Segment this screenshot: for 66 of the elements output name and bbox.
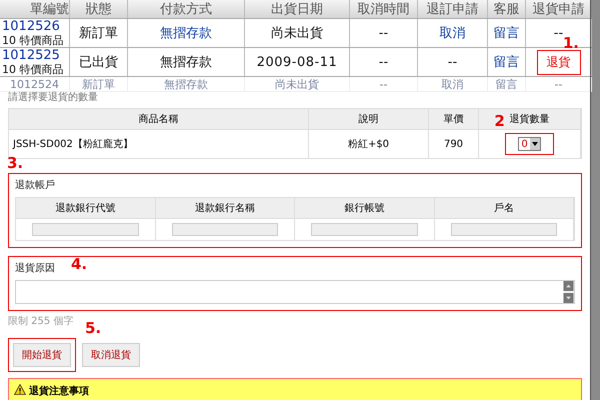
return-button[interactable]: 退貨 (536, 50, 580, 74)
faded-table-cell: 取消 (442, 77, 464, 92)
section-title: 退款帳戶 (15, 178, 55, 192)
order-note: 10 特價商品 (2, 34, 64, 47)
table-cell: -- (378, 54, 388, 70)
table-cell-text: 尚未出貨 (271, 25, 323, 42)
column-header: 付款方式 (160, 1, 212, 18)
input-field[interactable] (172, 223, 278, 236)
callout-number: 4. (71, 255, 88, 273)
warning-icon (14, 384, 26, 395)
scroll-arrows-icon (563, 281, 574, 303)
column-header: 狀態 (86, 1, 112, 18)
column-header: 出貨日期 (271, 1, 323, 18)
faded-table-cell: 尚未出貨 (275, 77, 319, 92)
column-header: 單價 (444, 114, 464, 125)
table-cell-text: 新訂單 (79, 25, 118, 42)
callout-number: 5. (85, 319, 102, 337)
start-return-button[interactable]: 開始退貨 (13, 343, 71, 367)
order-note: 10 特價商品 (2, 63, 64, 76)
table-cell-text: 粉紅+$0 (348, 138, 390, 151)
character-limit-text: 限制 255 個字 (8, 314, 74, 328)
faded-table-cell: 留言 (496, 77, 518, 92)
column-header: 退貨數量 (510, 114, 550, 125)
reason-textarea[interactable] (15, 280, 575, 304)
column-header: 取消時間 (358, 1, 410, 18)
table-cell: -- (554, 26, 564, 40)
table-cell-text: JSSH-SD002【粉紅龐克】 (13, 138, 133, 151)
table-link[interactable]: 無摺存款 (160, 24, 212, 42)
table-cell: 2009-08-11 (256, 54, 338, 70)
cancel-return-button[interactable]: 取消退貨 (82, 343, 140, 367)
faded-table-cell: 無摺存款 (164, 77, 208, 92)
callout-number: 2 (494, 112, 505, 130)
input-field[interactable] (32, 223, 138, 236)
faded-table-cell: -- (380, 78, 388, 91)
input-field[interactable] (311, 223, 418, 236)
column-header: 說明 (358, 114, 378, 125)
column-header: 退貨申請 (532, 1, 584, 18)
table-link[interactable]: 留言 (494, 24, 520, 42)
callout-number: 3. (7, 154, 24, 172)
hint-text: 請選擇要退貨的數量 (8, 92, 98, 104)
quantity-dropdown[interactable]: 0 (518, 137, 541, 151)
table-cell: -- (378, 26, 388, 40)
faded-table-cell: -- (554, 78, 562, 91)
column-header: 退訂申請 (426, 1, 478, 18)
scrollbar[interactable] (590, 0, 600, 400)
table-link[interactable]: 留言 (494, 53, 520, 71)
column-header: 退款銀行代號 (55, 203, 116, 214)
callout-number: 1. (562, 34, 579, 52)
faded-table-cell: 新訂單 (82, 77, 115, 92)
column-header: 單編號 (30, 1, 69, 18)
notice-title: 退貨注意事項 (29, 384, 89, 398)
column-header: 客服 (494, 1, 520, 18)
order-number-link[interactable]: 1012525 (2, 48, 69, 63)
column-header: 商品名稱 (138, 114, 178, 125)
table-cell: -- (448, 54, 458, 70)
column-header: 銀行帳號 (344, 203, 384, 214)
table-cell-text: 無摺存款 (160, 54, 212, 71)
faded-table-cell: 1012524 (10, 78, 59, 91)
input-field[interactable] (450, 223, 557, 236)
section-title: 退貨原因 (15, 262, 55, 275)
table-cell-text: 已出貨 (79, 54, 118, 71)
order-number-link[interactable]: 1012526 (2, 19, 69, 34)
column-header: 戶名 (494, 203, 514, 214)
table-link[interactable]: 取消 (440, 24, 466, 42)
table-cell: 790 (444, 138, 464, 150)
column-header: 退款銀行名稱 (194, 203, 255, 214)
